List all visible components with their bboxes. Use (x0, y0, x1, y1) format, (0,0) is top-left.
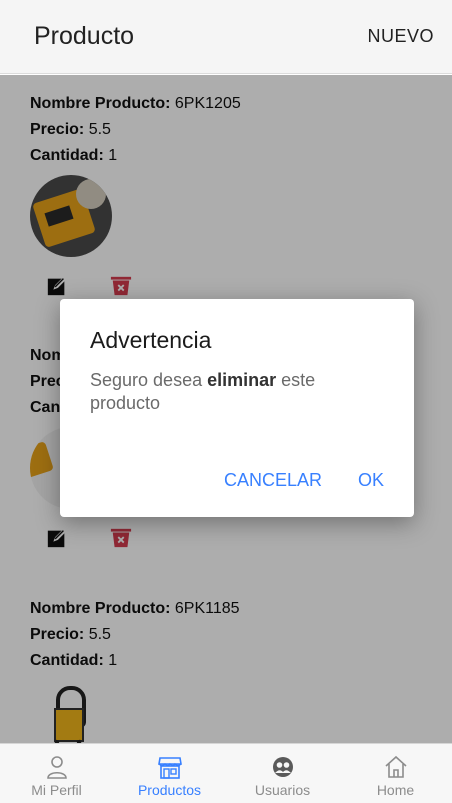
new-product-button[interactable]: NUEVO (367, 26, 434, 47)
tab-label: Home (376, 782, 415, 798)
page-title: Producto (34, 22, 135, 50)
cancel-button[interactable]: CANCELAR (224, 470, 322, 491)
storefront-icon (157, 757, 182, 779)
dialog-actions: CANCELAR OK (224, 470, 384, 491)
tab-productos[interactable]: Productos (113, 744, 226, 803)
app: Producto NUEVO Nombre Producto: 6PK1205 … (0, 0, 452, 803)
users-icon (272, 757, 293, 777)
tab-home[interactable]: Home (339, 744, 452, 803)
dialog-title: Advertencia (90, 327, 212, 353)
dialog-message-pre: Seguro desea (90, 370, 203, 390)
tab-usuarios[interactable]: Usuarios (226, 744, 339, 803)
tab-mi-perfil[interactable]: Mi Perfil (0, 744, 113, 803)
tab-label: Mi Perfil (31, 782, 82, 798)
tab-bar: Mi Perfil Productos Usuarios Home (0, 743, 452, 803)
home-icon (384, 755, 407, 778)
confirm-dialog: Advertencia Seguro desea eliminar este p… (60, 299, 414, 517)
dialog-message: Seguro desea eliminar este producto (90, 369, 384, 415)
ok-button[interactable]: OK (358, 470, 384, 491)
person-icon (46, 756, 67, 779)
tab-label: Usuarios (254, 782, 311, 798)
dialog-message-bold: eliminar (207, 370, 277, 390)
tab-label: Productos (137, 782, 202, 798)
toolbar: Producto NUEVO (0, 0, 452, 74)
